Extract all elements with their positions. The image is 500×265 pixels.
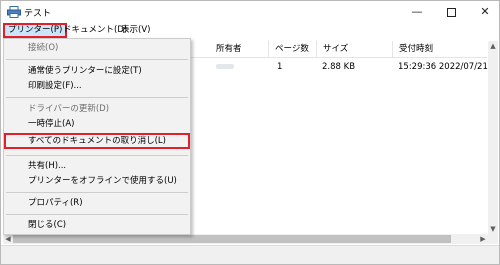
scrollbar-corner [488, 234, 498, 244]
printer-menu-dropdown: 接続(O) 通常使うプリンターに設定(T) 印刷設定(F)... ドライバーの更… [3, 38, 191, 235]
menu-item-connect: 接続(O) [28, 43, 59, 53]
menu-view[interactable]: 表示(V) [118, 23, 153, 38]
close-button[interactable]: ✕ [469, 3, 500, 21]
menu-item-properties[interactable]: プロパティ(R) [4, 196, 190, 210]
size-cell: 2.88 KB [322, 62, 356, 72]
column-owner[interactable]: 所有者 [211, 41, 269, 58]
menu-separator [6, 97, 188, 98]
maximize-button[interactable] [435, 3, 467, 21]
scroll-right-icon[interactable]: ▶ [478, 234, 488, 244]
menu-separator [6, 214, 188, 215]
menu-item-share[interactable]: 共有(H)... [4, 159, 190, 173]
pages-cell: 1 [277, 62, 283, 72]
table-row[interactable]: 1 2.88 KB 15:29:36 2022/07/21 [191, 60, 488, 74]
title-bar: テスト — ✕ [1, 1, 499, 22]
horizontal-scroll-thumb[interactable] [13, 235, 451, 243]
column-size[interactable]: サイズ [318, 41, 393, 58]
menu-separator [6, 155, 188, 156]
vertical-scrollbar[interactable]: ▲ ▼ [488, 41, 498, 234]
scroll-left-icon[interactable]: ◀ [3, 234, 13, 244]
column-pages[interactable]: ページ数 [270, 41, 317, 58]
submitted-cell: 15:29:36 2022/07/21 [398, 62, 488, 72]
scroll-up-icon[interactable]: ▲ [488, 41, 498, 51]
window-title: テスト [24, 9, 52, 19]
printer-queue-window: テスト — ✕ プリンター(P) ドキュメント(D) 表示(V) 所有者 ページ… [0, 0, 500, 265]
printer-icon [7, 6, 21, 18]
menu-item-use-offline[interactable]: プリンターをオフラインで使用する(U) [4, 174, 190, 188]
scroll-down-icon[interactable]: ▼ [488, 224, 498, 234]
owner-cell [216, 60, 234, 74]
horizontal-scrollbar[interactable]: ◀ ▶ [3, 234, 488, 244]
status-bar [1, 245, 499, 264]
menu-item-update-driver: ドライバーの更新(D) [28, 104, 110, 114]
redacted-owner [216, 64, 234, 69]
menu-item-close[interactable]: 閉じる(C) [4, 218, 190, 232]
list-header: 所有者 ページ数 サイズ 受付時刻 [191, 41, 487, 58]
menu-item-print-settings[interactable]: 印刷設定(F)... [4, 79, 190, 93]
menu-printer[interactable]: プリンター(P) [3, 23, 68, 38]
menu-separator [6, 192, 188, 193]
menu-item-cancel-all[interactable]: すべてのドキュメントの取り消し(L) [4, 133, 190, 149]
menu-item-pause[interactable]: 一時停止(A) [4, 117, 190, 131]
minimize-button[interactable]: — [401, 3, 433, 21]
menu-item-set-default[interactable]: 通常使うプリンターに設定(T) [4, 64, 190, 78]
menu-separator [6, 59, 188, 60]
column-submitted[interactable]: 受付時刻 [394, 41, 487, 58]
menu-bar: プリンター(P) ドキュメント(D) 表示(V) [1, 22, 499, 39]
maximize-icon [446, 7, 456, 17]
